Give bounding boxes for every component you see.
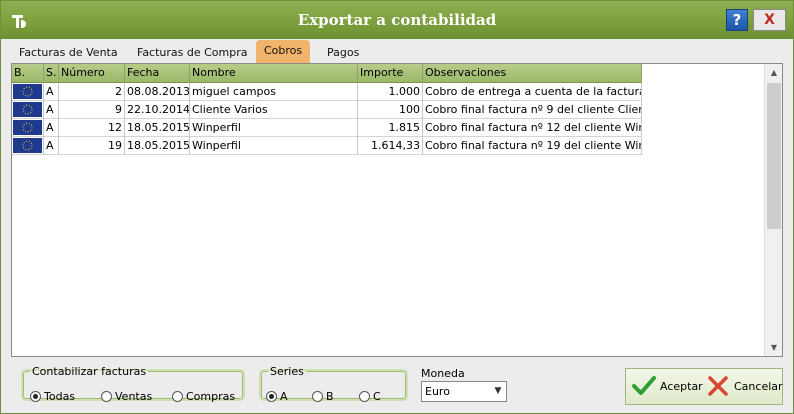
flag-cell bbox=[12, 83, 44, 101]
column-header-fecha[interactable]: Fecha bbox=[125, 64, 190, 83]
table-row[interactable]: A 2 08.08.2013 miguel campos 1.000 Cobro… bbox=[12, 83, 642, 101]
column-header-observaciones[interactable]: Observaciones bbox=[423, 64, 642, 83]
table-row[interactable]: A 9 22.10.2014 Cliente Varios 100 Cobro … bbox=[12, 101, 642, 119]
flag-cell bbox=[12, 119, 44, 137]
observaciones-cell: Cobro final factura nº 9 del cliente Cli… bbox=[423, 101, 642, 119]
serie-cell: A bbox=[44, 137, 59, 155]
eu-flag-icon bbox=[13, 138, 42, 153]
moneda-value: Euro bbox=[425, 385, 450, 398]
nombre-cell: Cliente Varios bbox=[190, 101, 358, 119]
moneda-select[interactable]: Euro ▼ bbox=[421, 381, 507, 402]
radio-serie-a[interactable]: A bbox=[266, 390, 288, 404]
cross-icon bbox=[708, 376, 728, 396]
eu-flag-icon bbox=[13, 120, 42, 135]
fecha-cell: 18.05.2015 bbox=[125, 137, 190, 155]
series-legend: Series bbox=[270, 365, 304, 378]
scroll-thumb[interactable] bbox=[767, 83, 781, 229]
numero-cell: 2 bbox=[59, 83, 125, 101]
serie-cell: A bbox=[44, 119, 59, 137]
radio-selected-icon bbox=[266, 391, 277, 402]
numero-cell: 12 bbox=[59, 119, 125, 137]
importe-cell: 1.815 bbox=[358, 119, 423, 137]
observaciones-cell: Cobro final factura nº 19 del cliente Wi… bbox=[423, 137, 642, 155]
column-header-nombre[interactable]: Nombre bbox=[190, 64, 358, 83]
export-dialog: Exportar a contabilidad ? X Facturas de … bbox=[0, 0, 794, 414]
eu-flag-icon bbox=[13, 84, 42, 99]
radio-unselected-icon bbox=[312, 391, 323, 402]
cancel-button[interactable]: Cancelar bbox=[706, 376, 783, 396]
tab-pagos[interactable]: Pagos bbox=[327, 43, 359, 63]
tab-cobros[interactable]: Cobros bbox=[256, 40, 311, 63]
radio-selected-icon bbox=[30, 391, 41, 402]
table-row[interactable]: A 19 18.05.2015 Winperfil 1.614,33 Cobro… bbox=[12, 137, 642, 155]
radio-unselected-icon bbox=[172, 391, 183, 402]
nombre-cell: miguel campos bbox=[190, 83, 358, 101]
contabilizar-legend: Contabilizar facturas bbox=[32, 365, 147, 378]
radio-label: B bbox=[326, 390, 334, 403]
grid-header: B. S. Número Fecha Nombre Importe Observ… bbox=[12, 64, 642, 83]
accept-label: Aceptar bbox=[660, 380, 703, 393]
radio-serie-c[interactable]: C bbox=[359, 390, 381, 404]
nombre-cell: Winperfil bbox=[190, 119, 358, 137]
importe-cell: 1.000 bbox=[358, 83, 423, 101]
radio-compras[interactable]: Compras bbox=[172, 390, 235, 404]
radio-ventas[interactable]: Ventas bbox=[101, 390, 152, 404]
column-header-numero[interactable]: Número bbox=[59, 64, 125, 83]
nombre-cell: Winperfil bbox=[190, 137, 358, 155]
tab-facturas-compra[interactable]: Facturas de Compra bbox=[137, 43, 248, 63]
radio-label: Compras bbox=[186, 390, 236, 403]
column-header-b[interactable]: B. bbox=[12, 64, 44, 83]
cobros-grid[interactable]: B. S. Número Fecha Nombre Importe Observ… bbox=[11, 63, 783, 357]
radio-label: Todas bbox=[44, 390, 76, 403]
flag-cell bbox=[12, 101, 44, 119]
title-bar: Exportar a contabilidad ? X bbox=[1, 1, 793, 39]
action-buttons: Aceptar Cancelar bbox=[625, 368, 783, 405]
close-button[interactable]: X bbox=[753, 9, 786, 31]
scroll-down-icon[interactable]: ▼ bbox=[765, 339, 783, 356]
observaciones-cell: Cobro final factura nº 12 del cliente Wi… bbox=[423, 119, 642, 137]
vertical-scrollbar[interactable]: ▲ ▼ bbox=[764, 64, 782, 356]
numero-cell: 19 bbox=[59, 137, 125, 155]
radio-label: A bbox=[280, 390, 288, 403]
series-group: Series A B C bbox=[261, 365, 406, 403]
contabilizar-group: Contabilizar facturas Todas Ventas Compr… bbox=[23, 365, 243, 403]
radio-label: Ventas bbox=[115, 390, 153, 403]
radio-todas[interactable]: Todas bbox=[30, 390, 75, 404]
radio-unselected-icon bbox=[359, 391, 370, 402]
eu-flag-icon bbox=[13, 102, 42, 117]
moneda-label: Moneda bbox=[421, 367, 465, 380]
help-button[interactable]: ? bbox=[726, 9, 748, 31]
serie-cell: A bbox=[44, 83, 59, 101]
fecha-cell: 22.10.2014 bbox=[125, 101, 190, 119]
tab-facturas-venta[interactable]: Facturas de Venta bbox=[19, 43, 118, 63]
flag-cell bbox=[12, 137, 44, 155]
checkmark-icon bbox=[632, 376, 656, 395]
radio-serie-b[interactable]: B bbox=[312, 390, 334, 404]
window-title: Exportar a contabilidad bbox=[297, 11, 497, 29]
radio-label: C bbox=[373, 390, 381, 403]
column-header-importe[interactable]: Importe bbox=[358, 64, 423, 83]
accept-button[interactable]: Aceptar bbox=[632, 376, 703, 396]
importe-cell: 1.614,33 bbox=[358, 137, 423, 155]
fecha-cell: 18.05.2015 bbox=[125, 119, 190, 137]
chevron-down-icon: ▼ bbox=[494, 386, 502, 396]
fecha-cell: 08.08.2013 bbox=[125, 83, 190, 101]
observaciones-cell: Cobro de entrega a cuenta de la factura … bbox=[423, 83, 642, 101]
table-row[interactable]: A 12 18.05.2015 Winperfil 1.815 Cobro fi… bbox=[12, 119, 642, 137]
numero-cell: 9 bbox=[59, 101, 125, 119]
column-header-serie[interactable]: S. bbox=[44, 64, 59, 83]
serie-cell: A bbox=[44, 101, 59, 119]
radio-unselected-icon bbox=[101, 391, 112, 402]
scroll-up-icon[interactable]: ▲ bbox=[765, 64, 783, 81]
importe-cell: 100 bbox=[358, 101, 423, 119]
cancel-label: Cancelar bbox=[734, 380, 783, 393]
